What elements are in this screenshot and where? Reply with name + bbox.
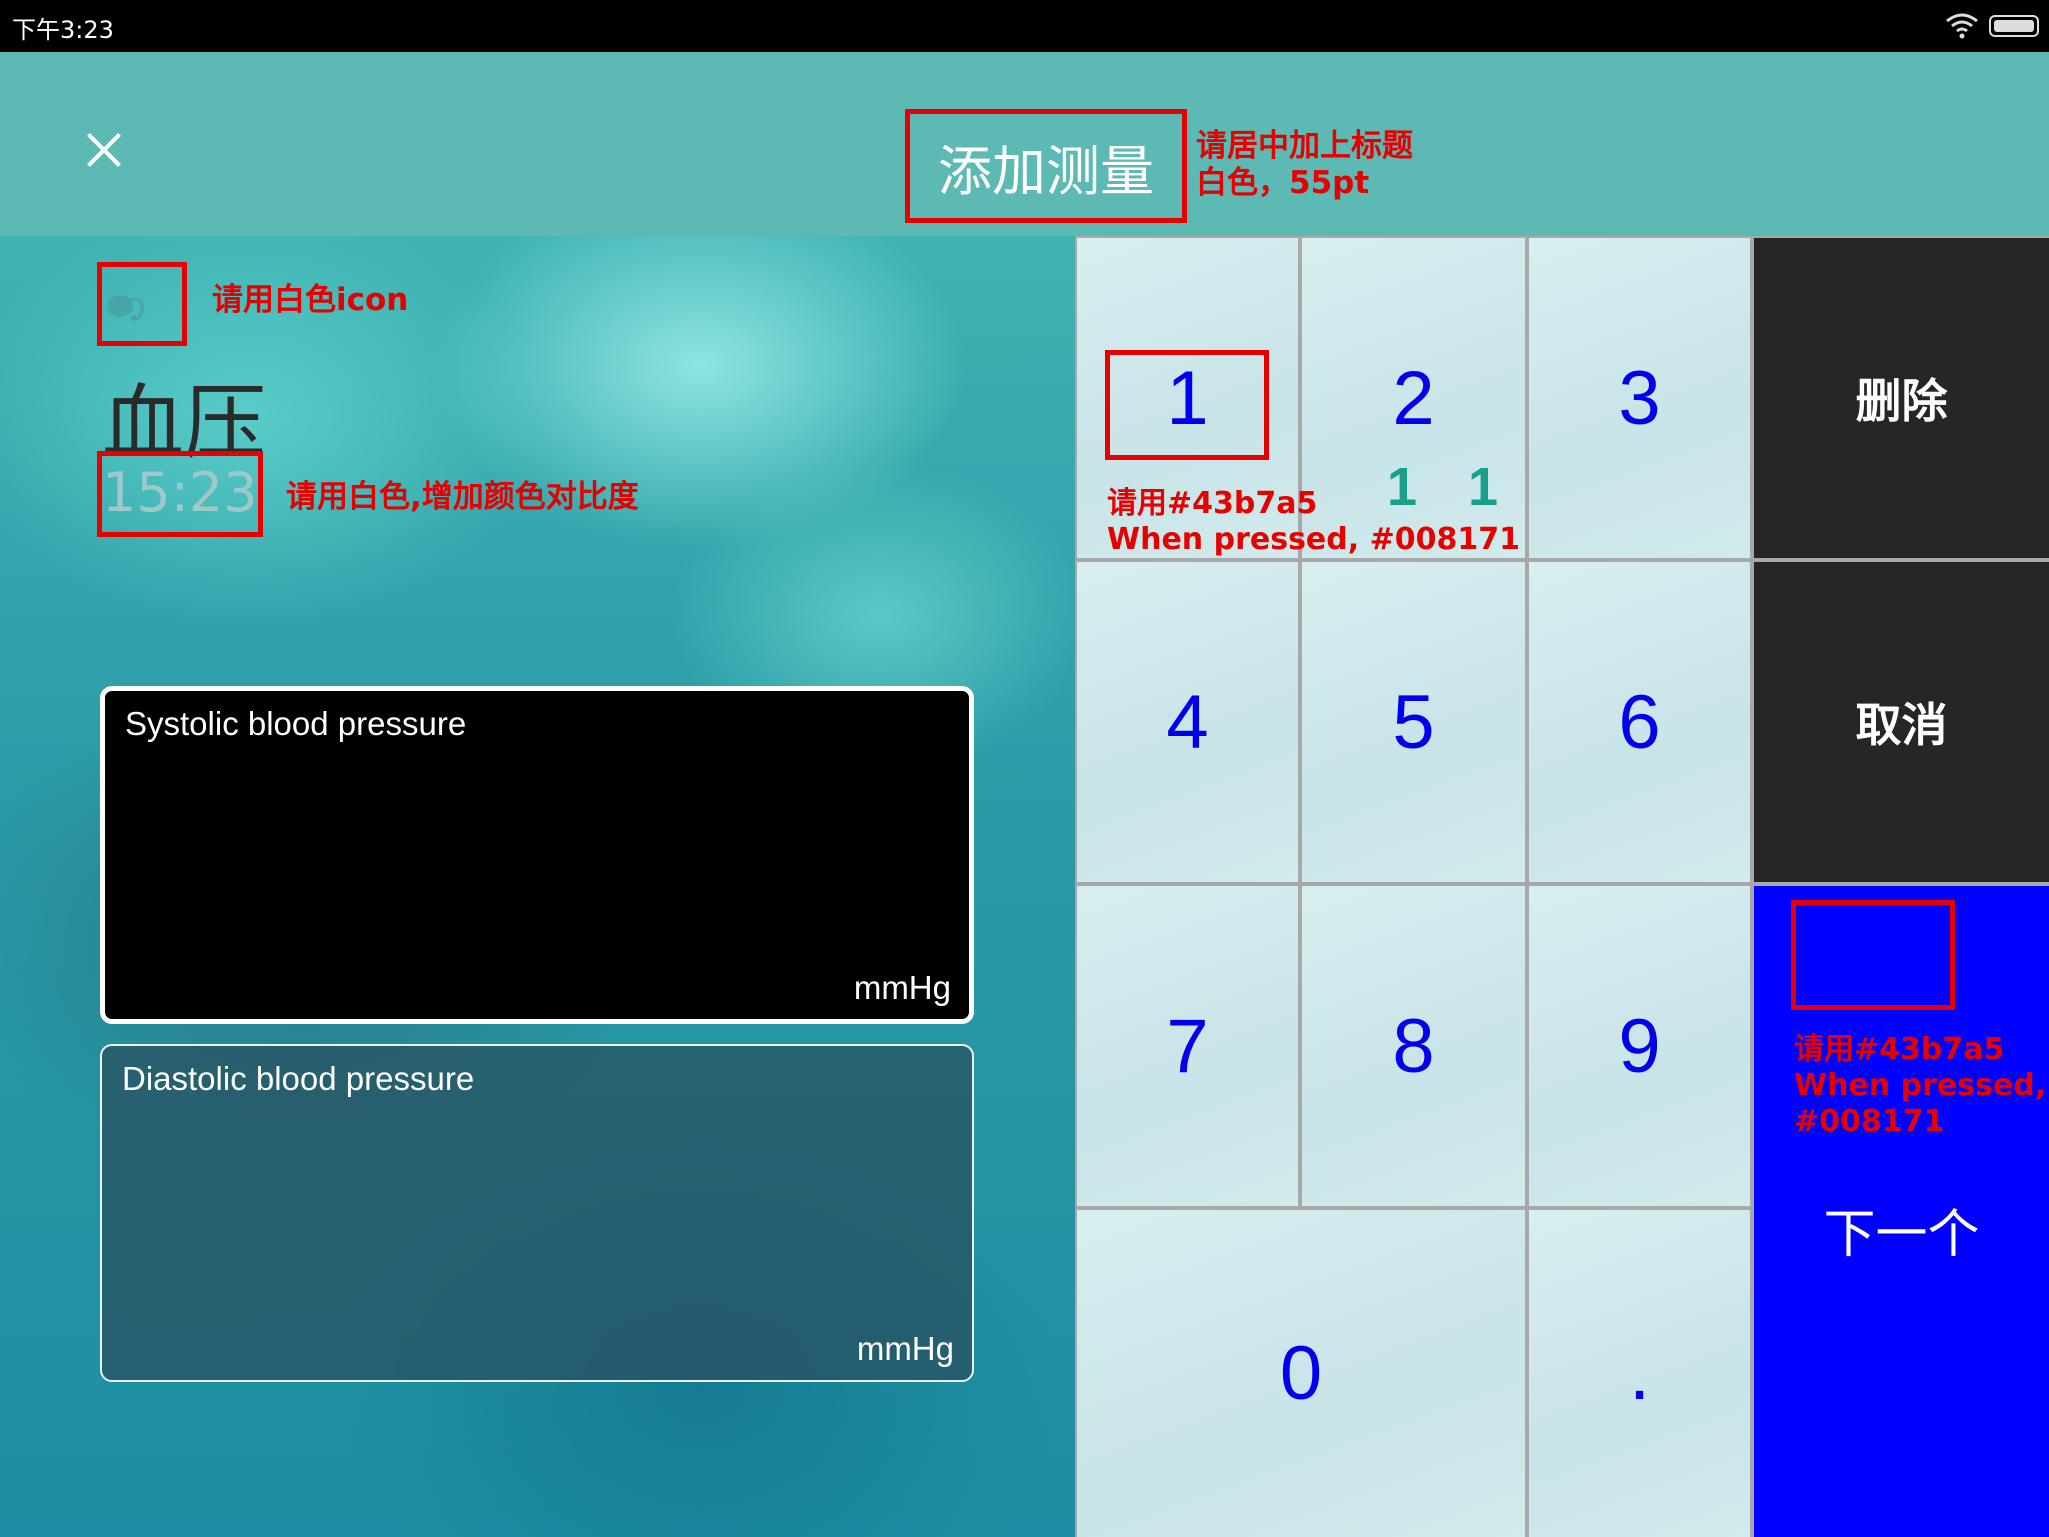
next-annotation-line3: #008171 xyxy=(1794,1104,1945,1139)
key-2-label: 2 xyxy=(1392,355,1435,441)
status-time: 下午3:23 xyxy=(12,16,114,44)
key-3[interactable]: 3 xyxy=(1529,238,1750,558)
key-3-label: 3 xyxy=(1618,355,1661,441)
next-annotation-line2: When pressed, xyxy=(1794,1068,2047,1103)
systolic-label: Systolic blood pressure xyxy=(125,705,467,742)
title-annotation: 请居中加上标题 白色，55pt xyxy=(1196,128,1413,202)
key-0-label: 0 xyxy=(1279,1331,1323,1416)
key-annotation-box xyxy=(1105,350,1269,460)
page-title: 添加测量 xyxy=(905,109,1187,223)
cancel-label: 取消 xyxy=(1855,699,1948,751)
next-annotation: 请用#43b7a5 When pressed, #008171 xyxy=(1794,1032,2046,1140)
icon-annotation-box xyxy=(97,262,187,346)
diastolic-unit: mmHg xyxy=(856,1330,954,1367)
key-6[interactable]: 6 xyxy=(1529,562,1750,882)
measurement-panel: 请用白色icon 血压 15:23 请用白色,增加颜色对比度 Systolic … xyxy=(0,236,1075,1537)
key-decimal-label: . xyxy=(1628,1331,1651,1416)
time-annotation-box xyxy=(97,451,263,537)
next-annotation-box xyxy=(1791,900,1955,1010)
numeric-keypad: 1 2 3 删除 4 5 6 取消 7 8 9 0 . 下一个 请用#43b7a… xyxy=(1075,236,2049,1537)
cancel-button[interactable]: 取消 xyxy=(1754,562,2049,882)
key-5-label: 5 xyxy=(1392,679,1435,765)
key-9-label: 9 xyxy=(1618,1003,1661,1089)
key-5[interactable]: 5 xyxy=(1302,562,1525,882)
time-annotation: 请用白色,增加颜色对比度 xyxy=(286,479,639,515)
key-marks: 1 1 xyxy=(1387,457,1517,517)
key-4[interactable]: 4 xyxy=(1077,562,1298,882)
key-8-label: 8 xyxy=(1392,1003,1435,1089)
close-icon[interactable] xyxy=(82,128,126,172)
delete-button[interactable]: 删除 xyxy=(1754,238,2049,558)
icon-annotation: 请用白色icon xyxy=(212,282,409,318)
key-0[interactable]: 0 xyxy=(1077,1210,1525,1537)
key-7[interactable]: 7 xyxy=(1077,886,1298,1206)
diastolic-field[interactable]: Diastolic blood pressure mmHg xyxy=(100,1044,974,1382)
key-7-label: 7 xyxy=(1166,1003,1209,1089)
wifi-icon xyxy=(1946,13,1978,39)
key-annotation-line2: When pressed, #008171 xyxy=(1107,522,1520,557)
delete-label: 删除 xyxy=(1855,375,1948,427)
key-8[interactable]: 8 xyxy=(1302,886,1525,1206)
key-decimal[interactable]: . xyxy=(1529,1210,1750,1537)
key-4-label: 4 xyxy=(1166,679,1209,765)
next-annotation-line1: 请用#43b7a5 xyxy=(1794,1032,2005,1067)
systolic-field[interactable]: Systolic blood pressure mmHg xyxy=(100,686,974,1024)
title-annotation-line1: 请居中加上标题 xyxy=(1196,128,1413,164)
app-header: 添加测量 请居中加上标题 白色，55pt xyxy=(0,52,2049,236)
status-bar: 下午3:23 xyxy=(0,0,2049,52)
next-label: 下一个 xyxy=(1823,1206,1980,1264)
key-6-label: 6 xyxy=(1618,679,1661,765)
diastolic-label: Diastolic blood pressure xyxy=(122,1060,475,1097)
systolic-unit: mmHg xyxy=(853,969,951,1006)
battery-icon xyxy=(1989,15,2039,37)
key-9[interactable]: 9 xyxy=(1529,886,1750,1206)
title-annotation-line2: 白色，55pt xyxy=(1196,165,1370,202)
